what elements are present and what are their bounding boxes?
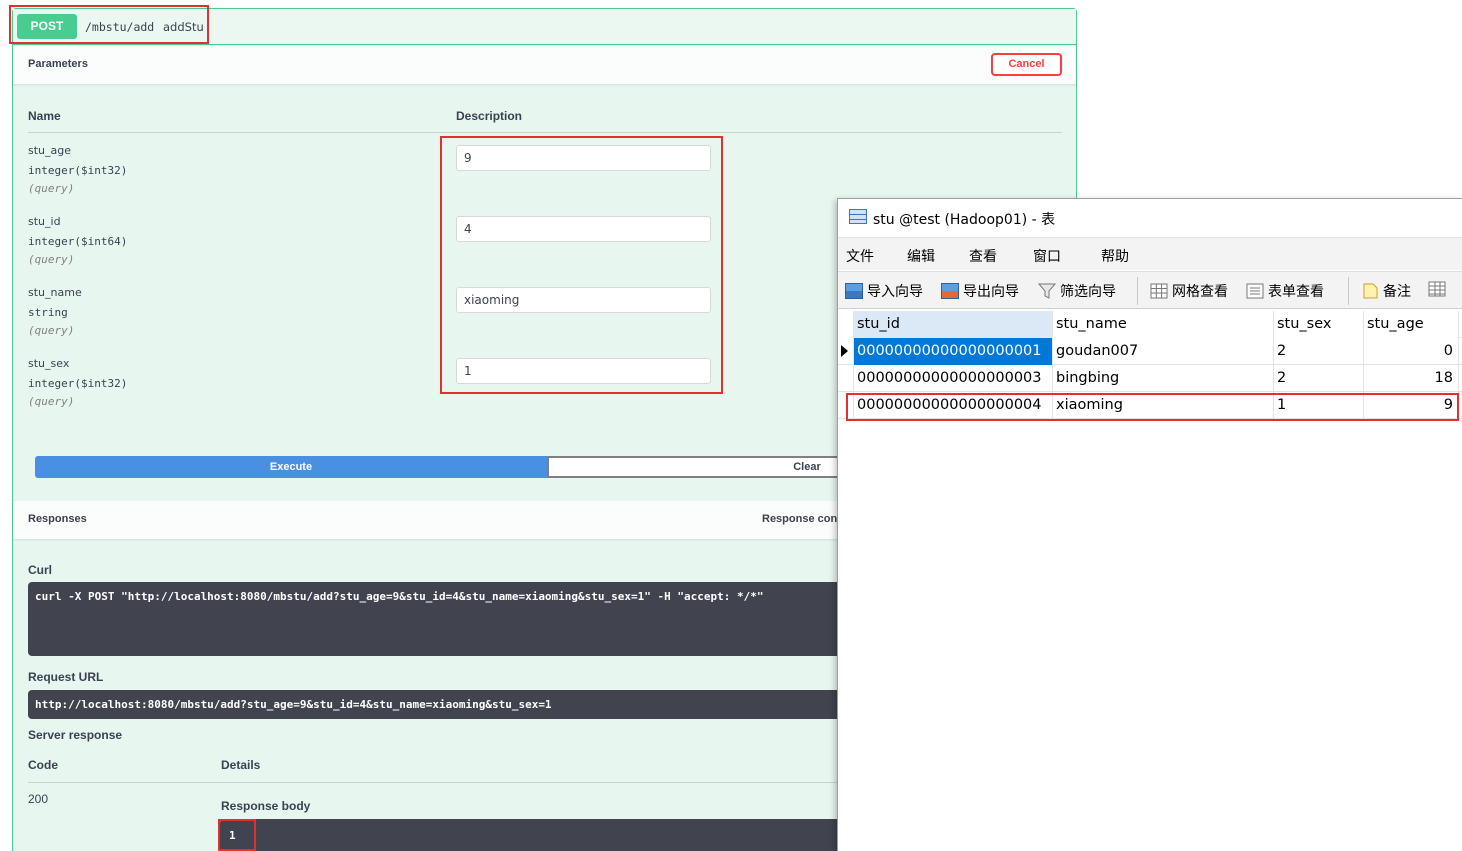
form-view-button[interactable]: 表单查看 bbox=[1246, 281, 1324, 301]
filter-wizard-button[interactable]: 筛选向导 bbox=[1037, 281, 1116, 301]
menu-help[interactable]: 帮助 bbox=[1101, 246, 1129, 266]
navicat-table-window: stu @test (Hadoop01) - 表 文件 编辑 查看 窗口 帮助 … bbox=[837, 198, 1462, 851]
row-indicator bbox=[838, 365, 854, 392]
cancel-button[interactable]: Cancel bbox=[991, 53, 1062, 76]
param-location: (query) bbox=[28, 253, 75, 266]
response-body-label: Response body bbox=[221, 799, 311, 813]
toolbar: 导入向导 导出向导 筛选向导 网格查看 表单查看 备注 bbox=[838, 271, 1462, 309]
param-stu-name: stu_name string (query) bbox=[28, 286, 228, 337]
form-view-label: 表单查看 bbox=[1268, 284, 1324, 300]
code-column-header: Code bbox=[28, 758, 58, 772]
filter-wizard-label: 筛选向导 bbox=[1060, 284, 1116, 300]
menu-bar: 文件 编辑 查看 窗口 帮助 bbox=[838, 237, 1462, 270]
export-wizard-button[interactable]: 导出向导 bbox=[941, 281, 1019, 301]
toolbar-separator bbox=[1348, 277, 1349, 305]
menu-view[interactable]: 查看 bbox=[969, 246, 997, 266]
export-wizard-label: 导出向导 bbox=[963, 284, 1019, 300]
window-title-bar[interactable]: stu @test (Hadoop01) - 表 bbox=[838, 199, 1462, 237]
param-location: (query) bbox=[28, 395, 75, 408]
responses-title: Responses bbox=[28, 513, 87, 525]
param-name: stu_name bbox=[28, 286, 82, 299]
column-header-stu-age[interactable]: stu_age bbox=[1364, 311, 1459, 338]
param-location: (query) bbox=[28, 182, 75, 195]
row-indicator bbox=[838, 392, 854, 419]
import-wizard-label: 导入向导 bbox=[867, 284, 923, 300]
cell-stu-id[interactable]: 00000000000000000003 bbox=[854, 365, 1053, 392]
param-stu-id: stu_id integer($int64) (query) bbox=[28, 215, 228, 266]
table-row[interactable]: 00000000000000000001 goudan007 2 0 bbox=[838, 338, 1462, 365]
row-indicator bbox=[838, 338, 854, 365]
cell-stu-age[interactable]: 0 bbox=[1364, 338, 1459, 365]
note-icon bbox=[1361, 283, 1379, 299]
operation-header[interactable]: POST /mbstu/add addStu bbox=[13, 9, 1076, 45]
parameters-title: Parameters bbox=[28, 58, 88, 70]
export-icon bbox=[941, 283, 959, 299]
column-header-name: Name bbox=[28, 109, 61, 123]
cell-stu-sex[interactable]: 2 bbox=[1274, 365, 1364, 392]
column-header-stu-id[interactable]: stu_id bbox=[854, 311, 1053, 338]
cell-stu-name[interactable]: bingbing bbox=[1053, 365, 1274, 392]
cell-stu-id[interactable]: 00000000000000000004 bbox=[854, 392, 1053, 419]
stu-sex-input[interactable] bbox=[456, 358, 711, 384]
param-type: integer($int32) bbox=[28, 164, 128, 177]
parameters-section-header: Parameters Cancel bbox=[13, 46, 1076, 84]
filter-icon bbox=[1037, 283, 1057, 299]
more-toolbar-button[interactable] bbox=[1428, 281, 1450, 301]
cell-stu-age[interactable]: 18 bbox=[1364, 365, 1459, 392]
toolbar-separator bbox=[1137, 277, 1138, 305]
execute-button[interactable]: Execute bbox=[35, 456, 547, 478]
note-label: 备注 bbox=[1383, 284, 1411, 300]
response-content-type-label: Response cont bbox=[762, 513, 841, 525]
column-header-description: Description bbox=[456, 109, 523, 123]
row-indicator-header bbox=[838, 311, 854, 338]
stu-age-input[interactable] bbox=[456, 145, 711, 171]
cell-stu-sex[interactable]: 1 bbox=[1274, 392, 1364, 419]
operation-path: /mbstu/add bbox=[85, 20, 155, 34]
grid-view-icon bbox=[1150, 283, 1168, 299]
table-row[interactable]: 00000000000000000004 xiaoming 1 9 bbox=[838, 392, 1462, 419]
cell-stu-age[interactable]: 9 bbox=[1364, 392, 1459, 419]
grid-view-button[interactable]: 网格查看 bbox=[1150, 281, 1228, 301]
table-grid-icon bbox=[1428, 281, 1446, 297]
param-type: integer($int64) bbox=[28, 235, 128, 248]
stu-name-input[interactable] bbox=[456, 287, 711, 313]
menu-file[interactable]: 文件 bbox=[846, 246, 874, 266]
cell-stu-sex[interactable]: 2 bbox=[1274, 338, 1364, 365]
param-stu-age: stu_age integer($int32) (query) bbox=[28, 144, 228, 195]
table-icon bbox=[849, 209, 867, 224]
window-title: stu @test (Hadoop01) - 表 bbox=[873, 212, 1056, 228]
import-icon bbox=[845, 283, 863, 299]
menu-window[interactable]: 窗口 bbox=[1033, 246, 1061, 266]
details-column-header: Details bbox=[221, 758, 261, 772]
server-response-label: Server response bbox=[28, 728, 123, 742]
header-divider bbox=[28, 132, 1062, 133]
param-type: integer($int32) bbox=[28, 377, 128, 390]
operation-summary: addStu bbox=[163, 20, 204, 34]
param-stu-sex: stu_sex integer($int32) (query) bbox=[28, 357, 228, 408]
response-status-code: 200 bbox=[28, 792, 49, 806]
note-button[interactable]: 备注 bbox=[1361, 281, 1411, 301]
param-name: stu_id bbox=[28, 215, 61, 228]
table-row[interactable]: 00000000000000000003 bingbing 2 18 bbox=[838, 365, 1462, 392]
curl-label: Curl bbox=[28, 563, 52, 577]
param-location: (query) bbox=[28, 324, 75, 337]
cell-stu-id[interactable]: 00000000000000000001 bbox=[854, 338, 1053, 365]
import-wizard-button[interactable]: 导入向导 bbox=[845, 281, 923, 301]
form-view-icon bbox=[1246, 283, 1264, 299]
param-type: string bbox=[28, 306, 68, 319]
grid-view-label: 网格查看 bbox=[1172, 284, 1228, 300]
current-row-arrow-icon bbox=[841, 345, 848, 357]
cell-stu-name[interactable]: xiaoming bbox=[1053, 392, 1274, 419]
column-header-stu-sex[interactable]: stu_sex bbox=[1274, 311, 1364, 338]
column-header-stu-name[interactable]: stu_name bbox=[1053, 311, 1274, 338]
param-name: stu_sex bbox=[28, 357, 70, 370]
menu-edit[interactable]: 编辑 bbox=[907, 246, 935, 266]
grid-header-row: stu_id stu_name stu_sex stu_age bbox=[838, 311, 1462, 338]
param-name: stu_age bbox=[28, 144, 72, 157]
stu-id-input[interactable] bbox=[456, 216, 711, 242]
method-badge: POST bbox=[17, 14, 77, 39]
cell-stu-name[interactable]: goudan007 bbox=[1053, 338, 1274, 365]
request-url-label: Request URL bbox=[28, 670, 104, 684]
